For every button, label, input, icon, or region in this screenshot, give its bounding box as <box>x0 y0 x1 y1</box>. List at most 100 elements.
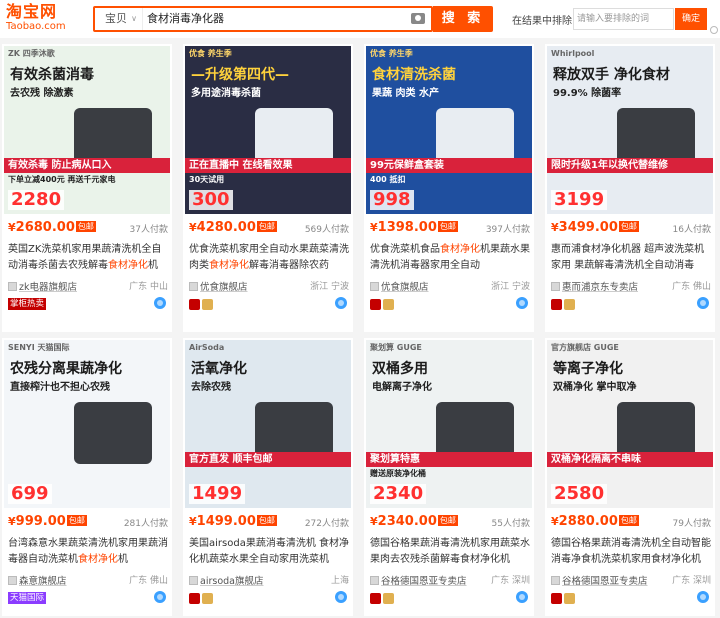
gold-seller-icon <box>564 592 575 604</box>
shop-icon <box>370 282 379 291</box>
buyers-count: 397人付款 <box>485 225 530 235</box>
product-price-value: 4280.00 <box>196 220 256 235</box>
camera-icon[interactable] <box>411 13 425 24</box>
badge-row <box>551 297 711 311</box>
shop-icon <box>189 576 198 585</box>
product-image-headline: 等离子净化 <box>553 361 623 377</box>
shop-row: zk电器旗舰店 广东 中山 <box>8 279 168 293</box>
product-image-price: 2340 <box>370 484 427 504</box>
shop-name-link[interactable]: airsoda旗舰店 <box>200 576 263 587</box>
exclude-label: 在结果中排除 <box>512 16 572 27</box>
product-title[interactable]: 台湾森意水果蔬菜清洗机家用果蔬消毒器自动洗菜机食材净化机 <box>8 536 168 568</box>
shop-name-link[interactable]: zk电器旗舰店 <box>19 282 77 293</box>
shop-name-link[interactable]: 惠而浦京东专卖店 <box>562 282 638 293</box>
product-image-headline: 释放双手 净化食材 <box>553 67 670 83</box>
free-shipping-tag: 包邮 <box>256 515 277 526</box>
search-category-label: 宝贝 <box>105 12 127 25</box>
product-price: ¥2680.00 <box>8 220 75 235</box>
taobao-logo[interactable]: 淘宝网 Taobao.com <box>6 3 72 35</box>
product-image[interactable]: ZK 四季沐歌 有效杀菌消毒 去农残 除激素 有效杀毒 防止病从口入 下单立减4… <box>4 46 170 214</box>
product-card[interactable]: Whirlpool 释放双手 净化食材 99.9% 除菌率 限时升级1年以换代替… <box>545 44 715 332</box>
product-title[interactable]: 优食洗菜机家用全自动水果蔬菜清洗肉类食材净化解毒消毒器除农药 <box>189 242 349 274</box>
product-card[interactable]: AirSoda 活氧净化 去除农残 官方直发 顺丰包邮 1499 ¥1499.0… <box>183 338 353 616</box>
wangwang-icon[interactable] <box>335 591 347 603</box>
wangwang-icon[interactable] <box>154 591 166 603</box>
shop-name-link[interactable]: 森意旗舰店 <box>19 576 67 587</box>
product-card[interactable]: ZK 四季沐歌 有效杀菌消毒 去农残 除激素 有效杀毒 防止病从口入 下单立减4… <box>2 44 172 332</box>
promo-badge: 掌柜热卖 <box>8 298 47 310</box>
product-image-price: 1499 <box>189 484 246 504</box>
product-image-headline: 食材清洗杀菌 <box>372 67 456 83</box>
badge-row <box>551 591 711 605</box>
search-input[interactable]: 食材消毒净化器 <box>147 8 397 30</box>
product-title[interactable]: 德国谷格果蔬消毒清洗机家用蔬菜水果肉去农残杀菌解毒食材净化机 <box>370 536 530 568</box>
product-image-brand: ZK 四季沐歌 <box>8 49 55 58</box>
gold-seller-icon <box>383 592 394 604</box>
top-header: 淘宝网 Taobao.com 宝贝 ∨ 食材消毒净化器 搜 索 在结果中排除 请… <box>0 0 720 38</box>
buyers-count: 272人付款 <box>304 519 349 529</box>
product-title[interactable]: 英国ZK洗菜机家用果蔬清洗机全自动消毒杀菌去农残解毒食材净化机 <box>8 242 168 274</box>
product-image-band <box>4 452 170 456</box>
buyers-count: 55人付款 <box>491 519 530 529</box>
product-image-headline: —升级第四代— <box>191 67 289 83</box>
chevron-down-icon: ∨ <box>131 14 137 23</box>
free-shipping-tag: 包邮 <box>75 221 96 232</box>
product-image-subhead: 果蔬 肉类 水产 <box>372 88 439 99</box>
product-price-value: 999.00 <box>15 514 66 529</box>
more-options-icon[interactable] <box>710 26 718 34</box>
wangwang-icon[interactable] <box>335 297 347 309</box>
product-title[interactable]: 优食洗菜机食品食材净化机果蔬水果清洗机消毒器家用全自动 <box>370 242 530 274</box>
price-row: ¥999.00 包邮 281人付款 <box>8 514 168 532</box>
search-box: 宝贝 ∨ 食材消毒净化器 <box>93 6 433 32</box>
tmall-icon <box>370 298 381 310</box>
product-image-band: 有效杀毒 防止病从口入 <box>4 158 170 173</box>
product-card[interactable]: 官方旗舰店 GUGE 等离子净化 双桶净化 掌中取净 双桶净化隔离不串味 258… <box>545 338 715 616</box>
product-image-brand: 优食 养生季 <box>189 49 232 58</box>
product-title[interactable]: 惠而浦食材净化机器 超声波洗菜机家用 果蔬解毒清洗机全自动消毒 <box>551 242 711 274</box>
wangwang-icon[interactable] <box>516 591 528 603</box>
product-title[interactable]: 美国airsoda果蔬消毒清洗机 食材净化机蔬菜水果全自动家用洗菜机 <box>189 536 349 568</box>
product-title[interactable]: 德国谷格果蔬消毒清洗机全自动智能消毒净食机洗菜机家用食材净化机 <box>551 536 711 568</box>
shop-icon <box>189 282 198 291</box>
product-card[interactable]: 优食 养生季 —升级第四代— 多用途消毒杀菌 正在直播中 在线看效果 30天试用… <box>183 44 353 332</box>
wangwang-icon[interactable] <box>516 297 528 309</box>
product-title-highlight: 食材净化 <box>209 260 249 271</box>
product-image-headline: 有效杀菌消毒 <box>10 67 94 83</box>
free-shipping-tag: 包邮 <box>618 221 639 232</box>
wangwang-icon[interactable] <box>697 591 709 603</box>
wangwang-icon[interactable] <box>154 297 166 309</box>
product-grid: ZK 四季沐歌 有效杀菌消毒 去农残 除激素 有效杀毒 防止病从口入 下单立减4… <box>0 40 720 618</box>
product-image[interactable]: 官方旗舰店 GUGE 等离子净化 双桶净化 掌中取净 双桶净化隔离不串味 258… <box>547 340 713 508</box>
product-image[interactable]: Whirlpool 释放双手 净化食材 99.9% 除菌率 限时升级1年以换代替… <box>547 46 713 214</box>
badge-row: 天猫国际 <box>8 591 168 605</box>
shop-row: airsoda旗舰店 上海 <box>189 573 349 587</box>
product-image[interactable]: AirSoda 活氧净化 去除农残 官方直发 顺丰包邮 1499 <box>185 340 351 508</box>
search-category-select[interactable]: 宝贝 ∨ <box>95 8 143 30</box>
exclude-confirm-button[interactable]: 确定 <box>675 8 707 30</box>
product-image-subhead: 双桶净化 掌中取净 <box>553 382 637 393</box>
shop-row: 优食旗舰店 浙江 宁波 <box>189 279 349 293</box>
gold-seller-icon <box>202 592 213 604</box>
product-image[interactable]: 优食 养生季 —升级第四代— 多用途消毒杀菌 正在直播中 在线看效果 30天试用… <box>185 46 351 214</box>
shop-name-link[interactable]: 谷格德国恩亚专卖店 <box>562 576 648 587</box>
search-button[interactable]: 搜 索 <box>433 6 493 32</box>
product-image[interactable]: 聚划算 GUGE 双桶多用 电解离子净化 聚划算特惠 赠送原装净化桶 2340 <box>366 340 532 508</box>
product-card[interactable]: SENYI 天猫国际 农残分离果蔬净化 直接榨汁也不担心农残 699 ¥999.… <box>2 338 172 616</box>
exclude-input[interactable]: 请输入要排除的词 <box>573 8 674 30</box>
shop-name-link[interactable]: 谷格德国恩亚专卖店 <box>381 576 467 587</box>
shop-name-link[interactable]: 优食旗舰店 <box>200 282 248 293</box>
product-price: ¥2880.00 <box>551 514 618 529</box>
product-image-price: 998 <box>370 190 414 210</box>
wangwang-icon[interactable] <box>697 297 709 309</box>
shop-location: 广东 深圳 <box>672 576 711 586</box>
product-image[interactable]: 优食 养生季 食材清洗杀菌 果蔬 肉类 水产 99元保鲜盒套装 400 抵扣 9… <box>366 46 532 214</box>
product-image[interactable]: SENYI 天猫国际 农残分离果蔬净化 直接榨汁也不担心农残 699 <box>4 340 170 508</box>
product-image-headline: 双桶多用 <box>372 361 428 377</box>
product-card[interactable]: 聚划算 GUGE 双桶多用 电解离子净化 聚划算特惠 赠送原装净化桶 2340 … <box>364 338 534 616</box>
shop-name-link[interactable]: 优食旗舰店 <box>381 282 429 293</box>
product-image-price: 300 <box>189 190 233 210</box>
product-image-price: 699 <box>8 484 52 504</box>
product-image-price: 3199 <box>551 190 608 210</box>
shop-icon <box>551 282 560 291</box>
product-card[interactable]: 优食 养生季 食材清洗杀菌 果蔬 肉类 水产 99元保鲜盒套装 400 抵扣 9… <box>364 44 534 332</box>
